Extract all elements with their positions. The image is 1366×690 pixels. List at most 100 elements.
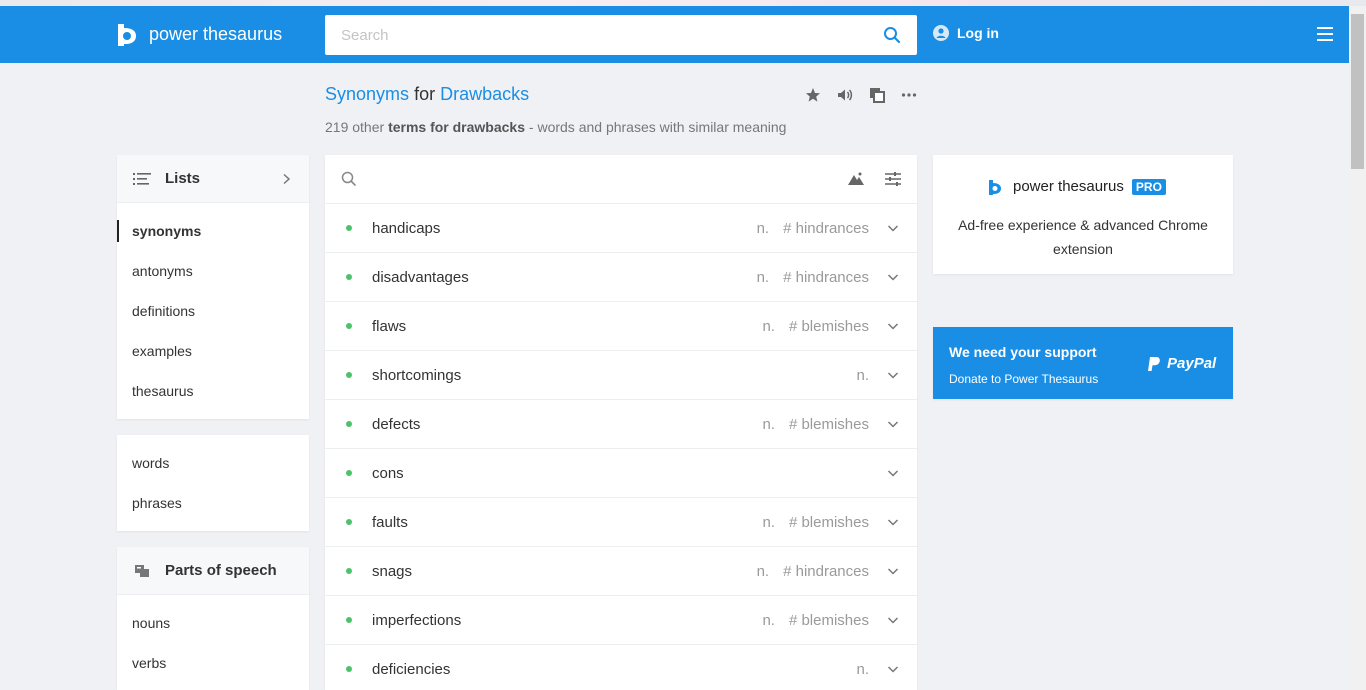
speaker-icon[interactable] bbox=[836, 86, 854, 104]
topic-tag[interactable]: # blemishes bbox=[789, 318, 869, 335]
lists-panel: Lists synonyms antonyms definitions example… bbox=[117, 155, 309, 419]
filter-settings-icon[interactable] bbox=[884, 170, 902, 188]
sidebar-item-antonyms[interactable]: antonyms bbox=[117, 251, 309, 291]
support-subtitle: Donate to Power Thesaurus bbox=[949, 372, 1099, 386]
chevron-down-icon[interactable] bbox=[887, 566, 899, 576]
paypal-label: PayPal bbox=[1167, 355, 1217, 372]
part-of-speech: n. bbox=[756, 268, 770, 286]
results-panel: handicaps n. # hindrances disadvantages n. # … bbox=[325, 155, 917, 690]
search-input[interactable] bbox=[325, 15, 865, 55]
site-logo[interactable]: power thesaurus bbox=[116, 22, 282, 47]
paypal-logo: PayPal bbox=[1147, 355, 1216, 372]
chevron-down-icon[interactable] bbox=[887, 615, 899, 625]
result-row[interactable]: shortcomings n. bbox=[325, 351, 917, 400]
chevron-down-icon[interactable] bbox=[887, 664, 899, 674]
result-meta: n. # hindrances bbox=[757, 269, 869, 286]
lists-label: Lists bbox=[165, 170, 201, 187]
result-word[interactable]: disadvantages bbox=[372, 269, 469, 286]
topic-tag[interactable]: # blemishes bbox=[789, 416, 869, 433]
pro-promo-card[interactable]: power thesaurus PRO Ad-free experience &… bbox=[933, 155, 1233, 274]
paypal-icon bbox=[1148, 356, 1160, 371]
result-word[interactable]: snags bbox=[372, 563, 412, 580]
scrollbar-thumb[interactable] bbox=[1351, 14, 1364, 169]
title-actions bbox=[804, 86, 918, 104]
chevron-down-icon[interactable] bbox=[887, 321, 899, 331]
result-meta: n. # blemishes bbox=[762, 318, 869, 335]
chevron-right-icon bbox=[283, 173, 291, 184]
chevron-down-icon[interactable] bbox=[887, 419, 899, 429]
rating-dot bbox=[346, 666, 352, 672]
result-word[interactable]: handicaps bbox=[372, 220, 440, 237]
result-row[interactable]: faults n. # blemishes bbox=[325, 498, 917, 547]
rating-dot bbox=[346, 470, 352, 476]
pro-description: Ad-free experience & advanced Chrome ext… bbox=[958, 217, 1208, 257]
search-icon[interactable] bbox=[883, 26, 901, 44]
sidebar-item-examples[interactable]: examples bbox=[117, 331, 309, 371]
mountain-icon[interactable] bbox=[847, 170, 865, 188]
parts-of-speech-panel: Parts of speech nouns verbs bbox=[117, 547, 309, 690]
result-row[interactable]: imperfections n. # blemishes bbox=[325, 596, 917, 645]
support-title: We need your support bbox=[949, 344, 1097, 360]
result-row[interactable]: cons bbox=[325, 449, 917, 498]
chevron-down-icon[interactable] bbox=[887, 223, 899, 233]
more-icon[interactable] bbox=[900, 86, 918, 104]
pos-label: Parts of speech bbox=[165, 562, 277, 579]
topic-tag[interactable]: # hindrances bbox=[783, 563, 869, 580]
search-box bbox=[325, 15, 917, 55]
result-word[interactable]: deficiencies bbox=[372, 661, 450, 678]
topic-tag[interactable]: # hindrances bbox=[783, 269, 869, 286]
topic-tag[interactable]: # hindrances bbox=[783, 220, 869, 237]
copy-icon[interactable] bbox=[868, 86, 886, 104]
chevron-down-icon[interactable] bbox=[887, 517, 899, 527]
result-word[interactable]: flaws bbox=[372, 318, 406, 335]
chevron-down-icon[interactable] bbox=[887, 468, 899, 478]
sidebar-item-phrases[interactable]: phrases bbox=[117, 483, 309, 523]
rating-dot bbox=[346, 617, 352, 623]
topic-tag[interactable]: # blemishes bbox=[789, 612, 869, 629]
result-word[interactable]: imperfections bbox=[372, 612, 461, 629]
sidebar-item-words[interactable]: words bbox=[117, 443, 309, 483]
topic-tag[interactable]: # blemishes bbox=[789, 514, 869, 531]
lists-header[interactable]: Lists bbox=[117, 155, 309, 203]
type-items: words phrases bbox=[117, 443, 309, 523]
logo-text: power thesaurus bbox=[149, 24, 283, 44]
part-of-speech: n. bbox=[762, 611, 775, 629]
chevron-down-icon[interactable] bbox=[887, 272, 899, 282]
title-type-link[interactable]: Synonyms bbox=[325, 84, 409, 104]
page-scrollbar[interactable] bbox=[1349, 6, 1366, 690]
filter-search-icon[interactable] bbox=[340, 170, 358, 188]
result-meta: n. # hindrances bbox=[757, 563, 869, 580]
result-row[interactable]: handicaps n. # hindrances bbox=[325, 204, 917, 253]
result-row[interactable]: flaws n. # blemishes bbox=[325, 302, 917, 351]
result-word[interactable]: shortcomings bbox=[372, 367, 461, 384]
menu-icon[interactable] bbox=[1317, 27, 1333, 41]
sidebar-item-thesaurus[interactable]: thesaurus bbox=[117, 371, 309, 411]
star-icon[interactable] bbox=[804, 86, 822, 104]
pro-badge: PRO bbox=[1131, 178, 1166, 195]
result-word[interactable]: faults bbox=[372, 514, 408, 531]
rating-dot bbox=[346, 568, 352, 574]
result-row[interactable]: defects n. # blemishes bbox=[325, 400, 917, 449]
title-term[interactable]: Drawbacks bbox=[440, 84, 529, 104]
result-row[interactable]: deficiencies n. bbox=[325, 645, 917, 690]
chevron-down-icon[interactable] bbox=[887, 370, 899, 380]
user-avatar-icon bbox=[933, 25, 949, 41]
result-word[interactable]: cons bbox=[372, 465, 404, 482]
sidebar-item-synonyms[interactable]: synonyms bbox=[117, 211, 309, 251]
page-subtitle: 219 other terms for drawbacks - words an… bbox=[325, 119, 786, 135]
sidebar-item-nouns[interactable]: nouns bbox=[117, 603, 309, 643]
tag-icon bbox=[135, 564, 149, 577]
site-header: power thesaurus Log in bbox=[0, 6, 1349, 63]
login-label: Log in bbox=[957, 25, 999, 41]
support-banner[interactable]: We need your support Donate to Power The… bbox=[933, 327, 1233, 399]
login-button[interactable]: Log in bbox=[933, 25, 999, 41]
result-row[interactable]: snags n. # hindrances bbox=[325, 547, 917, 596]
subtitle-bold: terms for drawbacks bbox=[388, 119, 526, 135]
result-row[interactable]: disadvantages n. # hindrances bbox=[325, 253, 917, 302]
sidebar-item-definitions[interactable]: definitions bbox=[117, 291, 309, 331]
result-word[interactable]: defects bbox=[372, 416, 420, 433]
results-list: handicaps n. # hindrances disadvantages n. # … bbox=[325, 204, 917, 690]
filter-bar bbox=[325, 155, 917, 204]
rating-dot bbox=[346, 225, 352, 231]
sidebar-item-verbs[interactable]: verbs bbox=[117, 643, 309, 683]
